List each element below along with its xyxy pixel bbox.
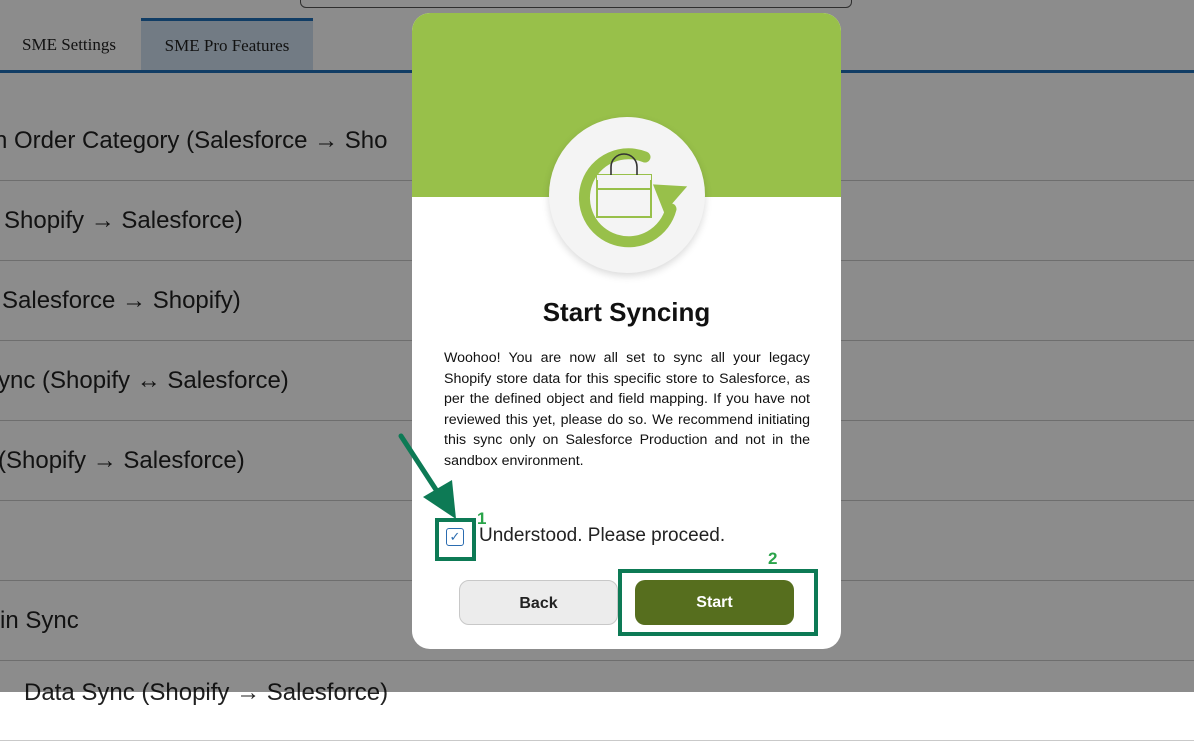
annotation-box-1 <box>435 518 476 561</box>
dialog-message: Woohoo! You are now all set to sync all … <box>444 350 810 469</box>
annotation-number-2: 2 <box>768 549 778 568</box>
dialog-title: Start Syncing <box>542 297 711 327</box>
back-button[interactable]: Back <box>459 580 618 625</box>
annotation-box-2 <box>618 569 818 636</box>
sync-bag-icon <box>549 117 705 273</box>
annotation-number-1: 1 <box>477 509 487 528</box>
understood-checkbox-label[interactable]: Understood. Please proceed. <box>479 525 725 547</box>
